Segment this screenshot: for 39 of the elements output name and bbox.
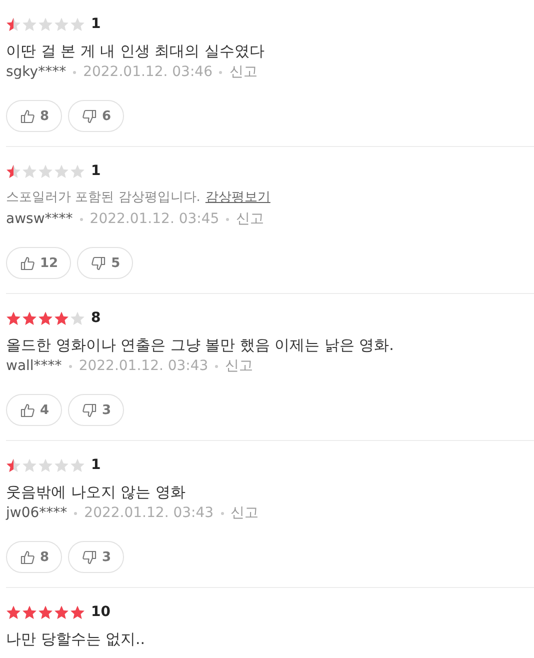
dislike-button[interactable]: 6: [68, 100, 124, 132]
review-date: 2022.01.12. 03:45: [90, 210, 220, 229]
review-date: 2022.01.12. 03:46: [83, 63, 212, 82]
user-id: sgky****: [6, 63, 66, 82]
thumbs-up-icon: [20, 108, 35, 124]
user-id: jw06****: [6, 504, 68, 523]
thumbs-down-icon: [82, 402, 98, 418]
report-link[interactable]: 신고: [229, 62, 258, 82]
user-id: wall****: [6, 357, 62, 376]
dislike-button[interactable]: 3: [68, 394, 124, 426]
rating-score: 1: [91, 16, 101, 32]
like-button[interactable]: 8: [6, 541, 62, 573]
review-date: 2022.01.12. 03:43: [78, 357, 208, 376]
thumbs-up-icon: [20, 402, 35, 418]
rating-score: 1: [91, 457, 101, 473]
report-link[interactable]: 신고: [236, 209, 264, 229]
spoiler-notice: 스포일러가 포함된 감상평입니다.: [6, 189, 200, 207]
rating-score: 1: [91, 163, 101, 179]
report-link[interactable]: 신고: [230, 503, 259, 523]
like-button[interactable]: 12: [6, 247, 72, 279]
like-button[interactable]: 4: [6, 394, 62, 426]
review-text: 올드한 영화이나 연출은 그냥 볼만 했음 이제는 낡은 영화.: [6, 335, 395, 356]
rating-score: 10: [91, 604, 110, 620]
thumbs-up-icon: [20, 256, 35, 270]
report-link[interactable]: 신고: [225, 356, 254, 376]
thumbs-down-icon: [91, 256, 106, 270]
thumbs-up-icon: [20, 550, 35, 564]
thumbs-down-icon: [82, 550, 98, 564]
like-button[interactable]: 8: [6, 100, 62, 132]
review-text: 이딴 걸 본 게 내 인생 최대의 실수였다: [6, 41, 266, 62]
review-text: 나만 당할수는 없지..: [6, 629, 146, 650]
rating-score: 8: [91, 310, 101, 326]
user-id: awsw****: [6, 210, 73, 229]
dislike-button[interactable]: 5: [77, 247, 134, 279]
dislike-button[interactable]: 3: [68, 541, 124, 573]
thumbs-down-icon: [82, 108, 98, 124]
review-text: 웃음밖에 나오지 않는 영화: [6, 482, 186, 503]
show-review-link[interactable]: 감상평보기: [205, 187, 270, 209]
review-date: 2022.01.12. 03:43: [84, 504, 214, 523]
